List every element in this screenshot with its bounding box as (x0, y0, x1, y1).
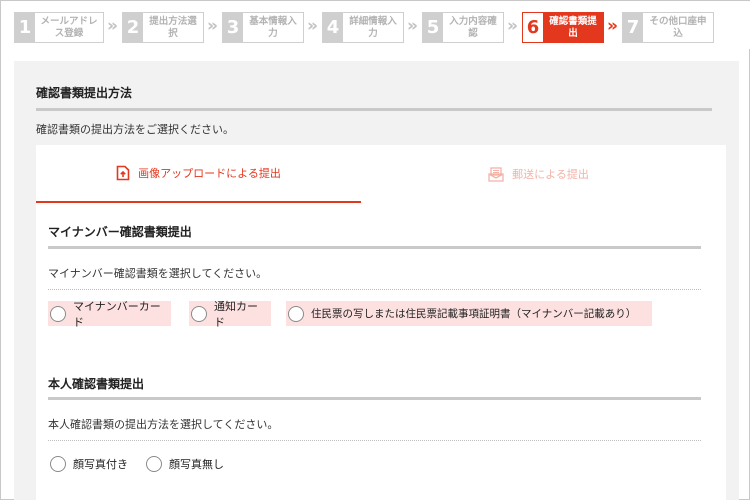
upload-file-icon (116, 165, 130, 181)
step-4: 4 詳細情報入力 (322, 12, 404, 43)
step-number: 7 (623, 13, 643, 42)
chevron-right-icon: » (607, 16, 618, 36)
submission-card: 画像アップロードによる提出 郵送による提出 マイナンバー確認書類提出 マイナンバ… (36, 145, 726, 500)
option-label: 顔写真付き (73, 457, 128, 471)
step-number: 2 (123, 13, 143, 42)
identity-divider (48, 397, 701, 400)
step-7: 7 その他口座申込 (622, 12, 714, 43)
tab-image-upload[interactable]: 画像アップロードによる提出 (36, 145, 361, 203)
chevron-right-icon: » (107, 16, 118, 36)
option-label: マイナンバーカード (73, 299, 161, 329)
step-label: その他口座申込 (649, 15, 707, 39)
tab-label: 画像アップロードによる提出 (138, 167, 281, 180)
step-6-current: 6 確認書類提出 (522, 12, 604, 43)
dotted-divider (48, 289, 701, 290)
option-notification-card[interactable]: 通知カード (189, 300, 271, 329)
section-title: 確認書類提出方法 (36, 86, 133, 100)
tab-label: 郵送による提出 (512, 168, 589, 181)
step-2: 2 提出方法選択 (122, 12, 204, 43)
radio-button[interactable] (50, 305, 66, 322)
option-mynumber-card[interactable]: マイナンバーカード (48, 300, 171, 329)
chevron-right-icon: » (507, 16, 518, 36)
identity-title: 本人確認書類提出 (48, 377, 145, 391)
step-label: 確認書類提出 (549, 15, 597, 39)
section-description: 確認書類の提出方法をご選択ください。 (36, 123, 234, 136)
mynumber-title: マイナンバー確認書類提出 (48, 225, 192, 239)
document-submission-panel: 確認書類提出方法 確認書類の提出方法をご選択ください。 画像アップロードによる提… (14, 61, 739, 500)
step-number: 4 (323, 13, 343, 42)
step-label: 詳細情報入力 (349, 15, 397, 39)
chevron-right-icon: » (307, 16, 318, 36)
step-label: メールアドレス登録 (40, 15, 98, 39)
option-with-photo[interactable]: 顔写真付き (48, 451, 134, 476)
step-number: 6 (523, 13, 543, 42)
section-divider (36, 108, 712, 111)
mynumber-divider (48, 246, 701, 249)
option-resident-record[interactable]: 住民票の写しまたは住民票記載事項証明書（マイナンバー記載あり） (286, 301, 652, 326)
tab-mail[interactable]: 郵送による提出 (376, 145, 701, 203)
radio-button[interactable] (191, 305, 207, 322)
option-without-photo[interactable]: 顔写真無し (144, 451, 230, 476)
option-label: 顔写真無し (169, 457, 224, 471)
radio-button[interactable] (288, 305, 304, 322)
step-number: 3 (223, 13, 243, 42)
mail-icon (488, 166, 504, 182)
step-3: 3 基本情報入力 (222, 12, 304, 43)
chevron-right-icon: » (207, 16, 218, 36)
step-1: 1 メールアドレス登録 (14, 12, 104, 43)
step-number: 5 (423, 13, 443, 42)
step-label: 提出方法選択 (149, 15, 197, 39)
dotted-divider (48, 440, 701, 441)
step-number: 1 (15, 13, 35, 42)
option-label: 通知カード (214, 299, 258, 329)
step-label: 入力内容確認 (449, 15, 497, 39)
radio-button[interactable] (146, 455, 162, 472)
option-label: 住民票の写しまたは住民票記載事項証明書（マイナンバー記載あり） (311, 308, 637, 320)
mynumber-description: マイナンバー確認書類を選択してください。 (48, 267, 268, 280)
identity-description: 本人確認書類の提出方法を選択してください。 (48, 418, 279, 431)
step-label: 基本情報入力 (249, 15, 297, 39)
step-progress-bar: 1 メールアドレス登録 » 2 提出方法選択 » 3 基本情報入力 » 4 詳細… (1, 1, 750, 49)
radio-button[interactable] (50, 455, 66, 472)
chevron-right-icon: » (407, 16, 418, 36)
step-5: 5 入力内容確認 (422, 12, 504, 43)
